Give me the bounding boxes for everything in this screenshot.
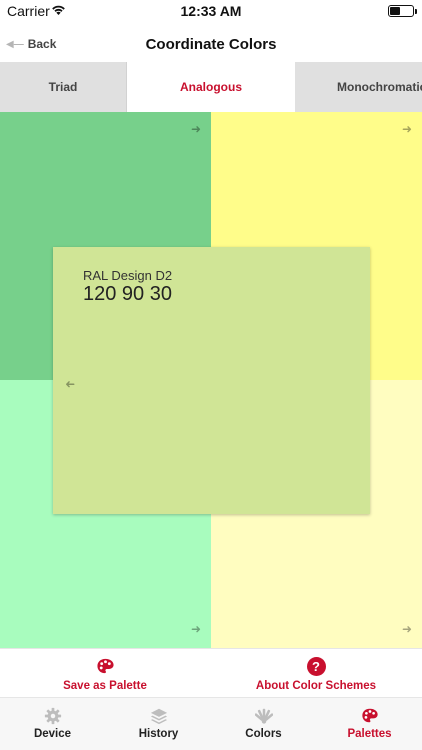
- tab-analogous[interactable]: Analogous: [127, 62, 295, 112]
- tabbar-item-device[interactable]: Device: [0, 698, 105, 750]
- about-color-schemes-button[interactable]: ? About Color Schemes: [246, 649, 386, 699]
- tabbar-label-palettes: Palettes: [347, 728, 392, 740]
- gear-icon: [44, 707, 61, 725]
- save-as-palette-button[interactable]: Save as Palette: [35, 649, 175, 699]
- tabbar-item-palettes[interactable]: Palettes: [317, 698, 422, 750]
- tabbar-label-colors: Colors: [245, 728, 282, 740]
- scheme-tabs: Triad Analogous Monochromatic: [0, 62, 422, 112]
- layers-icon: [150, 708, 167, 725]
- tabbar-label-device: Device: [33, 728, 72, 740]
- arrow-left-icon: ➜: [65, 377, 76, 391]
- arrow-right-icon: ➜: [401, 122, 412, 136]
- arrow-right-icon: ➜: [190, 622, 201, 636]
- tabbar-item-history[interactable]: History: [106, 698, 211, 750]
- tab-bar: Device History Colors Palettes: [0, 698, 422, 750]
- help-icon: ?: [306, 657, 326, 676]
- selected-color-card[interactable]: RAL Design D2 120 90 30 ➜: [53, 247, 370, 514]
- page-title: Coordinate Colors: [145, 36, 277, 53]
- navigation-bar: ◀— Back Coordinate Colors: [0, 24, 422, 62]
- battery-icon: [388, 5, 417, 17]
- color-code: 120 90 30: [83, 283, 172, 305]
- tabbar-item-colors[interactable]: Colors: [211, 698, 316, 750]
- palette-icon: [96, 658, 114, 674]
- save-as-palette-label: Save as Palette: [63, 680, 147, 692]
- fan-deck-icon: [254, 708, 273, 724]
- battery-level: [390, 7, 400, 15]
- clock: 12:33 AM: [180, 3, 242, 19]
- arrow-right-icon: ➜: [401, 622, 412, 636]
- action-row: Save as Palette ? About Color Schemes: [0, 648, 422, 698]
- tab-monochromatic[interactable]: Monochromatic: [295, 62, 422, 112]
- palette-icon: [361, 708, 378, 723]
- status-bar: Carrier 12:33 AM: [0, 0, 422, 24]
- color-name: RAL Design D2: [83, 268, 173, 283]
- arrow-right-icon: ➜: [190, 122, 201, 136]
- about-color-schemes-label: About Color Schemes: [255, 680, 377, 692]
- tab-triad[interactable]: Triad: [0, 62, 127, 112]
- tabbar-label-history: History: [138, 728, 179, 740]
